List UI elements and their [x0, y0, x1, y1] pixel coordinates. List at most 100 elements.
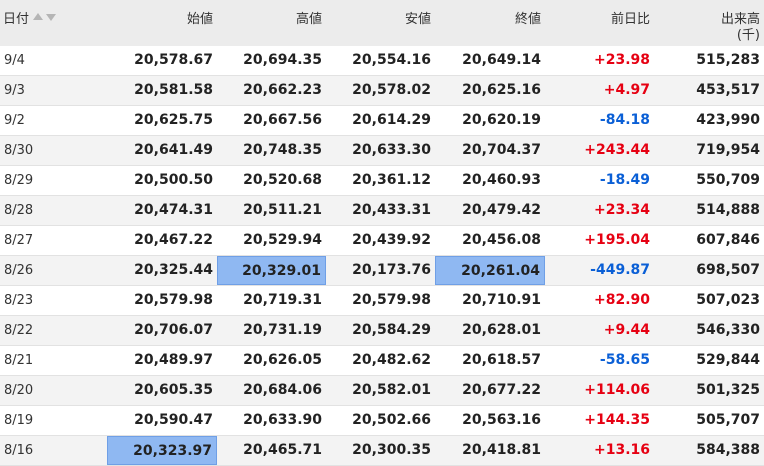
cell-open: 20,489.97	[134, 352, 213, 368]
cell-open: 20,474.31	[134, 202, 213, 218]
cell-change: +9.44	[603, 322, 650, 338]
column-header-change[interactable]: 前日比	[545, 0, 654, 46]
cell-low: 20,582.01	[352, 382, 431, 398]
table-row: 9/3 20,581.58 20,662.23 20,578.02 20,625.16 +…	[0, 76, 764, 106]
table-header: 日付 始値 高値 安値 終値 前日比 出来高 (千)	[0, 0, 764, 46]
cell-low: 20,633.30	[352, 142, 431, 158]
column-header-date[interactable]: 日付	[0, 0, 107, 46]
cell-volume: 550,709	[696, 172, 760, 188]
cell-change: +4.97	[603, 82, 650, 98]
cell-volume: 501,325	[696, 382, 760, 398]
cell-close: 20,460.93	[462, 172, 541, 188]
cell-high: 20,731.19	[243, 322, 322, 338]
cell-close: 20,704.37	[462, 142, 541, 158]
cell-high: 20,633.90	[243, 412, 322, 428]
cell-change: +144.35	[584, 412, 650, 428]
date-header-label: 日付	[3, 12, 30, 27]
cell-high: 20,748.35	[243, 142, 322, 158]
cell-date: 8/16	[4, 443, 34, 458]
table-row: 8/26 20,325.44 20,329.01 20,173.76 20,261.04…	[0, 256, 764, 286]
table-row: 8/28 20,474.31 20,511.21 20,433.31 20,479.42…	[0, 196, 764, 226]
cell-close: 20,479.42	[462, 202, 541, 218]
open-header-label: 始値	[186, 12, 213, 27]
column-header-volume[interactable]: 出来高 (千)	[654, 0, 764, 46]
table-row: 8/21 20,489.97 20,626.05 20,482.62 20,618.57…	[0, 346, 764, 376]
column-header-open[interactable]: 始値	[107, 0, 217, 46]
cell-open: 20,467.22	[134, 232, 213, 248]
table-row: 8/16 20,323.97 20,465.71 20,300.35 20,418.81…	[0, 436, 764, 466]
volume-unit-label: (千)	[736, 28, 760, 43]
cell-high: 20,329.01	[217, 256, 326, 285]
cell-change: +243.44	[584, 142, 650, 158]
table-row: 8/27 20,467.22 20,529.94 20,439.92 20,456.08…	[0, 226, 764, 256]
cell-high: 20,694.35	[243, 52, 322, 68]
cell-high: 20,684.06	[243, 382, 322, 398]
price-history-table: 日付 始値 高値 安値 終値 前日比 出来高 (千) 9/4 20,578.67 2…	[0, 0, 764, 466]
cell-date: 8/19	[4, 413, 34, 428]
cell-date: 8/20	[4, 383, 34, 398]
cell-change: +82.90	[593, 292, 650, 308]
cell-date: 8/26	[4, 263, 34, 278]
cell-date: 9/4	[4, 53, 25, 68]
cell-date: 8/30	[4, 143, 34, 158]
cell-volume: 546,330	[696, 322, 760, 338]
cell-open: 20,325.44	[134, 262, 213, 278]
sort-descending-icon[interactable]	[46, 14, 57, 21]
cell-close: 20,710.91	[462, 292, 541, 308]
cell-change: -449.87	[590, 262, 650, 278]
cell-volume: 719,954	[696, 142, 760, 158]
cell-low: 20,584.29	[352, 322, 431, 338]
cell-change: +195.04	[584, 232, 650, 248]
cell-date: 8/28	[4, 203, 34, 218]
cell-change: -84.18	[599, 112, 650, 128]
cell-high: 20,626.05	[243, 352, 322, 368]
cell-change: -18.49	[599, 172, 650, 188]
column-header-high[interactable]: 高値	[217, 0, 326, 46]
column-header-close[interactable]: 終値	[435, 0, 545, 46]
column-header-low[interactable]: 安値	[326, 0, 435, 46]
cell-close: 20,618.57	[462, 352, 541, 368]
table-row: 9/2 20,625.75 20,667.56 20,614.29 20,620.19 -…	[0, 106, 764, 136]
cell-high: 20,520.68	[243, 172, 322, 188]
cell-change: +13.16	[593, 442, 650, 458]
sort-ascending-icon[interactable]	[33, 13, 44, 20]
cell-high: 20,465.71	[243, 442, 322, 458]
cell-low: 20,300.35	[352, 442, 431, 458]
cell-open: 20,578.67	[134, 52, 213, 68]
cell-low: 20,579.98	[352, 292, 431, 308]
cell-volume: 607,846	[696, 232, 760, 248]
cell-volume: 514,888	[696, 202, 760, 218]
cell-close: 20,649.14	[462, 52, 541, 68]
cell-low: 20,502.66	[352, 412, 431, 428]
cell-volume: 507,023	[696, 292, 760, 308]
cell-low: 20,614.29	[352, 112, 431, 128]
low-header-label: 安値	[404, 12, 431, 27]
cell-low: 20,173.76	[352, 262, 431, 278]
cell-open: 20,625.75	[134, 112, 213, 128]
high-header-label: 高値	[295, 12, 322, 27]
cell-close: 20,261.04	[435, 256, 545, 285]
cell-close: 20,625.16	[462, 82, 541, 98]
table-row: 8/20 20,605.35 20,684.06 20,582.01 20,677.22…	[0, 376, 764, 406]
cell-change: +114.06	[584, 382, 650, 398]
cell-open: 20,605.35	[134, 382, 213, 398]
cell-volume: 505,707	[696, 412, 760, 428]
cell-date: 8/27	[4, 233, 34, 248]
table-row: 8/29 20,500.50 20,520.68 20,361.12 20,460.93…	[0, 166, 764, 196]
table-row: 9/4 20,578.67 20,694.35 20,554.16 20,649.14 +…	[0, 46, 764, 76]
cell-date: 9/3	[4, 83, 25, 98]
cell-open: 20,590.47	[134, 412, 213, 428]
cell-open: 20,581.58	[134, 82, 213, 98]
cell-volume: 584,388	[696, 442, 760, 458]
cell-open: 20,500.50	[134, 172, 213, 188]
table-row: 8/23 20,579.98 20,719.31 20,579.98 20,710.91…	[0, 286, 764, 316]
cell-high: 20,529.94	[243, 232, 322, 248]
cell-volume: 453,517	[696, 82, 760, 98]
table-row: 8/19 20,590.47 20,633.90 20,502.66 20,563.16…	[0, 406, 764, 436]
cell-low: 20,554.16	[352, 52, 431, 68]
cell-date: 8/22	[4, 323, 34, 338]
cell-volume: 698,507	[696, 262, 760, 278]
cell-volume: 423,990	[696, 112, 760, 128]
cell-close: 20,628.01	[462, 322, 541, 338]
cell-change: +23.34	[593, 202, 650, 218]
